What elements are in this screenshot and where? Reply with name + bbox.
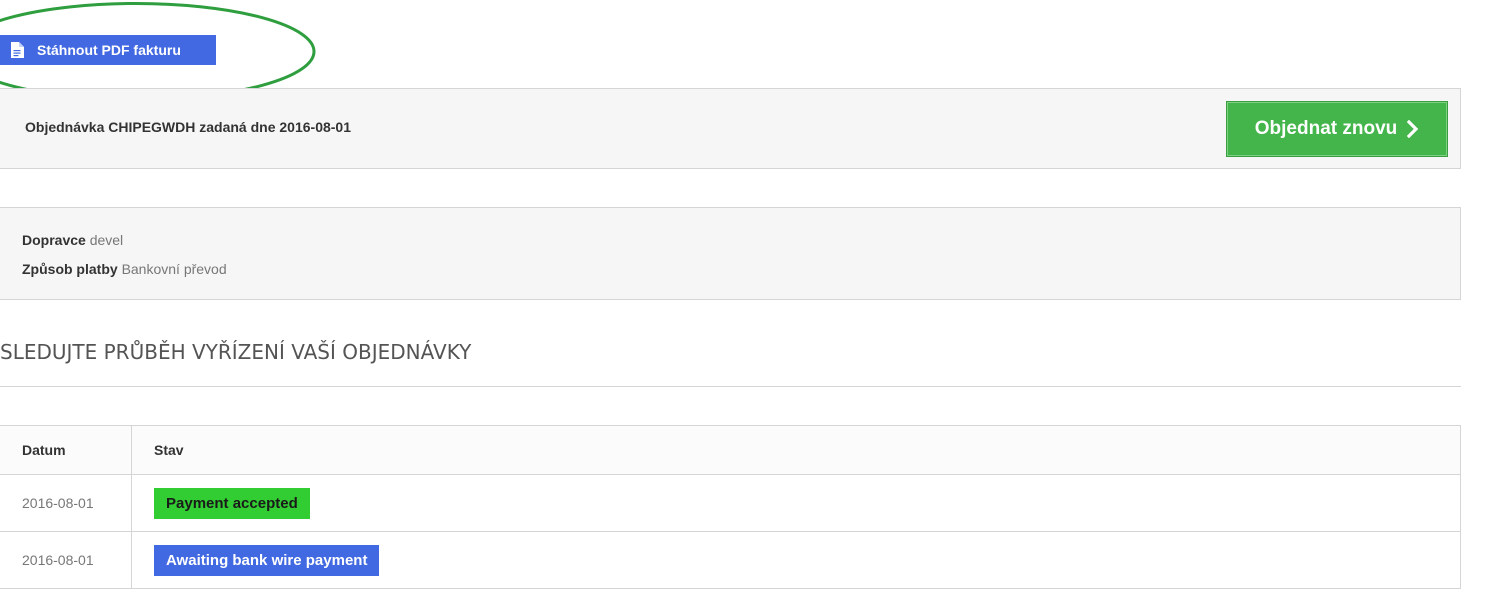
order-detail-page: Stáhnout PDF fakturu Objednávka CHIPEGWD… <box>0 0 1492 612</box>
download-pdf-label: Stáhnout PDF fakturu <box>37 42 181 58</box>
table-row: 2016-08-01 Awaiting bank wire payment <box>0 531 1461 589</box>
carrier-label: Dopravce <box>22 232 86 248</box>
order-title: Objednávka CHIPEGWDH zadaná dne 2016-08-… <box>25 119 351 135</box>
download-pdf-invoice-button[interactable]: Stáhnout PDF fakturu <box>0 35 216 65</box>
heading-divider <box>0 386 1461 387</box>
column-header-status: Stav <box>131 425 1461 475</box>
document-icon <box>10 42 24 58</box>
order-info-panel: Dopravce devel Způsob platby Bankovní př… <box>0 207 1461 300</box>
status-date: 2016-08-01 <box>0 531 132 589</box>
payment-method-line: Způsob platby Bankovní převod <box>22 261 227 277</box>
reorder-label: Objednat znovu <box>1254 118 1398 139</box>
payment-method-value: Bankovní převod <box>121 261 227 277</box>
order-status-table: Datum Stav 2016-08-01 Payment accepted 2… <box>0 425 1461 589</box>
status-date: 2016-08-01 <box>0 474 132 532</box>
column-header-date: Datum <box>0 425 132 475</box>
status-cell: Awaiting bank wire payment <box>131 531 1461 589</box>
chevron-right-icon <box>1407 120 1419 138</box>
reorder-button[interactable]: Objednat znovu <box>1226 101 1448 157</box>
carrier-line: Dopravce devel <box>22 232 123 248</box>
status-cell: Payment accepted <box>131 474 1461 532</box>
tracking-heading: Sledujte průběh vyřízení vaší objednávky <box>0 340 472 364</box>
payment-method-label: Způsob platby <box>22 261 118 277</box>
order-header-panel: Objednávka CHIPEGWDH zadaná dne 2016-08-… <box>0 88 1461 169</box>
table-header-row: Datum Stav <box>0 425 1461 475</box>
status-badge: Awaiting bank wire payment <box>154 544 380 576</box>
carrier-value: devel <box>89 232 124 248</box>
status-badge: Payment accepted <box>154 487 310 519</box>
table-row: 2016-08-01 Payment accepted <box>0 474 1461 532</box>
